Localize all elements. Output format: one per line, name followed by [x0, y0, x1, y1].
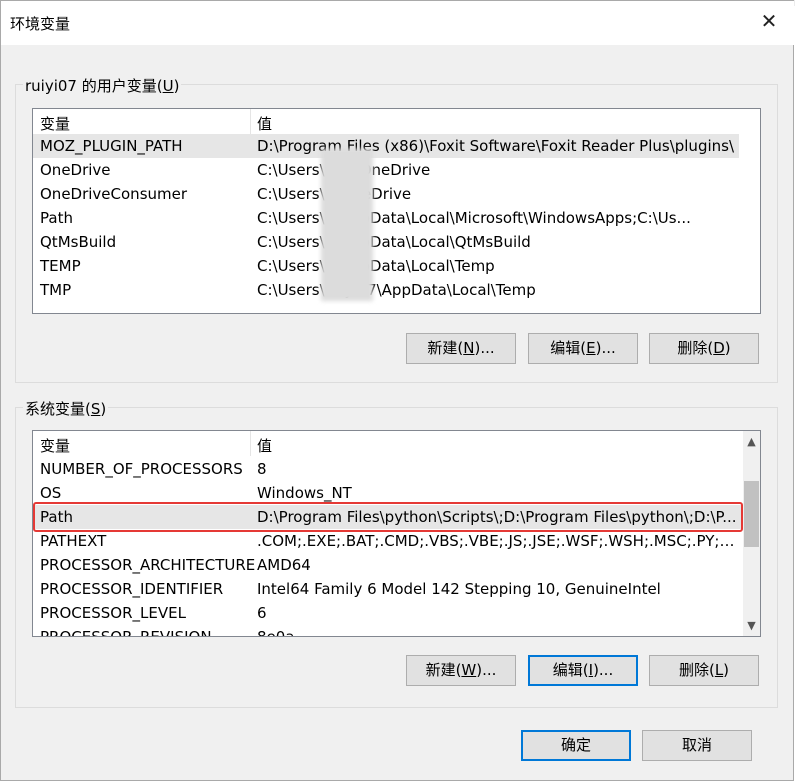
- system-variables-label: 系统变量(S): [23, 398, 109, 419]
- list-item[interactable]: PATHEXT .COM;.EXE;.BAT;.CMD;.VBS;.VBE;.JS…: [33, 529, 760, 553]
- system-new-button[interactable]: 新建(W)...: [406, 655, 516, 686]
- list-header: 变量 值: [33, 109, 760, 134]
- scroll-up-icon[interactable]: ▲: [743, 433, 760, 450]
- column-header-variable[interactable]: 变量: [40, 435, 70, 456]
- highlight-box: [33, 502, 743, 532]
- list-item[interactable]: PROCESSOR_ARCHITECTURE AMD64: [33, 553, 760, 577]
- list-item[interactable]: NUMBER_OF_PROCESSORS 8: [33, 457, 760, 481]
- list-item[interactable]: PROCESSOR_LEVEL 6: [33, 601, 760, 625]
- ok-button[interactable]: 确定: [521, 730, 631, 761]
- list-item[interactable]: TEMP C:\Users\r \AppData\Local\Temp: [33, 254, 760, 278]
- user-variables-label: ruiyi07 的用户变量(U): [23, 75, 182, 96]
- list-item[interactable]: PROCESSOR_IDENTIFIER Intel64 Family 6 Mod…: [33, 577, 760, 601]
- column-header-value[interactable]: 值: [257, 435, 272, 456]
- scrollbar-thumb[interactable]: [744, 481, 759, 547]
- list-item[interactable]: OneDrive C:\Users\r 07\OneDrive: [33, 158, 760, 182]
- list-item[interactable]: PROCESSOR_REVISION 8e0a: [33, 625, 760, 636]
- dialog-title: 环境变量: [10, 15, 71, 33]
- system-variables-list[interactable]: 变量 值 NUMBER_OF_PROCESSORS 8 OS Windows_NT …: [32, 430, 761, 637]
- list-item[interactable]: TMP C:\Users\ruiyi07\AppData\Local\Temp: [33, 278, 760, 302]
- column-header-value[interactable]: 值: [257, 113, 272, 134]
- environment-variables-dialog: 环境变量 ✕ ruiyi07 的用户变量(U) 变量 值 MOZ_PLUGIN_…: [0, 0, 794, 781]
- system-delete-button[interactable]: 删除(L): [649, 655, 759, 686]
- redaction-blur: [321, 149, 373, 301]
- user-variables-list[interactable]: 变量 值 MOZ_PLUGIN_PATH D:\Program Files (x8…: [32, 108, 761, 314]
- user-delete-button[interactable]: 删除(D): [649, 333, 759, 364]
- system-edit-button[interactable]: 编辑(I)...: [528, 655, 638, 686]
- close-icon[interactable]: ✕: [758, 10, 780, 32]
- list-item[interactable]: MOZ_PLUGIN_PATH D:\Program Files (x86)\Fo…: [33, 134, 739, 158]
- user-new-button[interactable]: 新建(N)...: [406, 333, 516, 364]
- scroll-down-icon[interactable]: ▼: [743, 617, 760, 634]
- list-item[interactable]: QtMsBuild C:\Users\r \AppData\Local\QtMsB…: [33, 230, 760, 254]
- list-header: 变量 值: [33, 431, 760, 456]
- column-header-variable[interactable]: 变量: [40, 113, 70, 134]
- vertical-scrollbar[interactable]: ▲ ▼: [743, 431, 760, 636]
- list-item[interactable]: Path C:\Users\r \AppData\Local\Microsoft\…: [33, 206, 760, 230]
- user-edit-button[interactable]: 编辑(E)...: [528, 333, 638, 364]
- cancel-button[interactable]: 取消: [642, 730, 752, 761]
- list-item[interactable]: OneDriveConsumer C:\Users\r \OneDrive: [33, 182, 760, 206]
- title-bar: 环境变量 ✕: [1, 1, 794, 45]
